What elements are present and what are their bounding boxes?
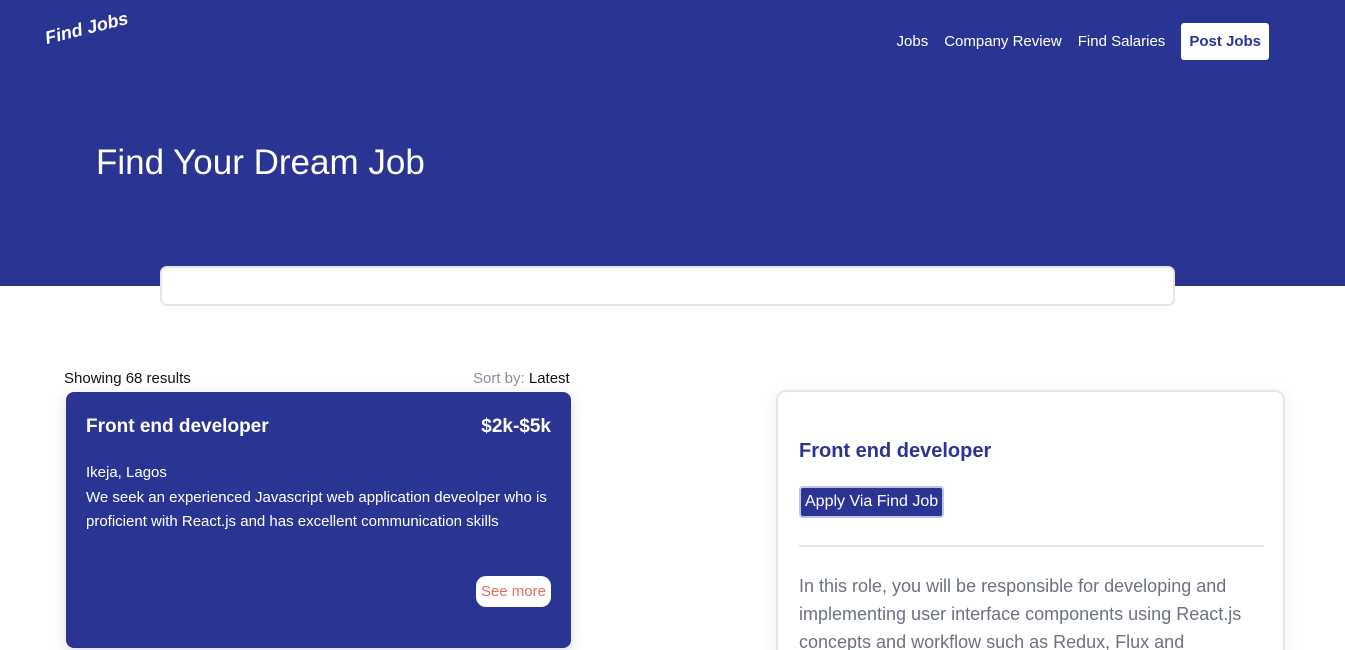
sort-control[interactable]: Sort by: Latest <box>473 370 570 387</box>
detail-description: In this role, you will be responsible fo… <box>799 576 1242 650</box>
top-nav: Jobs Company Review Find Salaries Post J… <box>897 23 1269 60</box>
logo[interactable]: Find Jobs <box>43 8 131 49</box>
sort-value[interactable]: Latest <box>529 370 570 387</box>
job-card[interactable]: Front end developer $2k-$5k Ikeja, Lagos… <box>66 392 571 648</box>
divider <box>799 545 1264 547</box>
results-count: Showing 68 results <box>64 370 191 387</box>
apply-button[interactable]: Apply Via Find Job <box>799 486 945 518</box>
post-jobs-button[interactable]: Post Jobs <box>1181 23 1269 60</box>
sort-label: Sort by: <box>473 370 525 387</box>
nav-link-jobs[interactable]: Jobs <box>897 33 929 50</box>
job-description: We seek an experienced Javascript web ap… <box>86 489 547 530</box>
nav-link-find-salaries[interactable]: Find Salaries <box>1078 33 1166 50</box>
job-title: Front end developer <box>86 416 269 437</box>
search-input[interactable] <box>160 266 1175 306</box>
page-title: Find Your Dream Job <box>96 143 425 182</box>
hero-banner: Find Jobs Jobs Company Review Find Salar… <box>0 0 1345 286</box>
job-salary: $2k-$5k <box>481 416 551 437</box>
job-detail-panel: Front end developer Apply Via Find Job I… <box>776 390 1285 650</box>
nav-link-company-review[interactable]: Company Review <box>944 33 1062 50</box>
job-location: Ikeja, Lagos <box>86 464 167 481</box>
see-more-button[interactable]: See more <box>475 576 551 607</box>
detail-title: Front end developer <box>799 440 992 462</box>
